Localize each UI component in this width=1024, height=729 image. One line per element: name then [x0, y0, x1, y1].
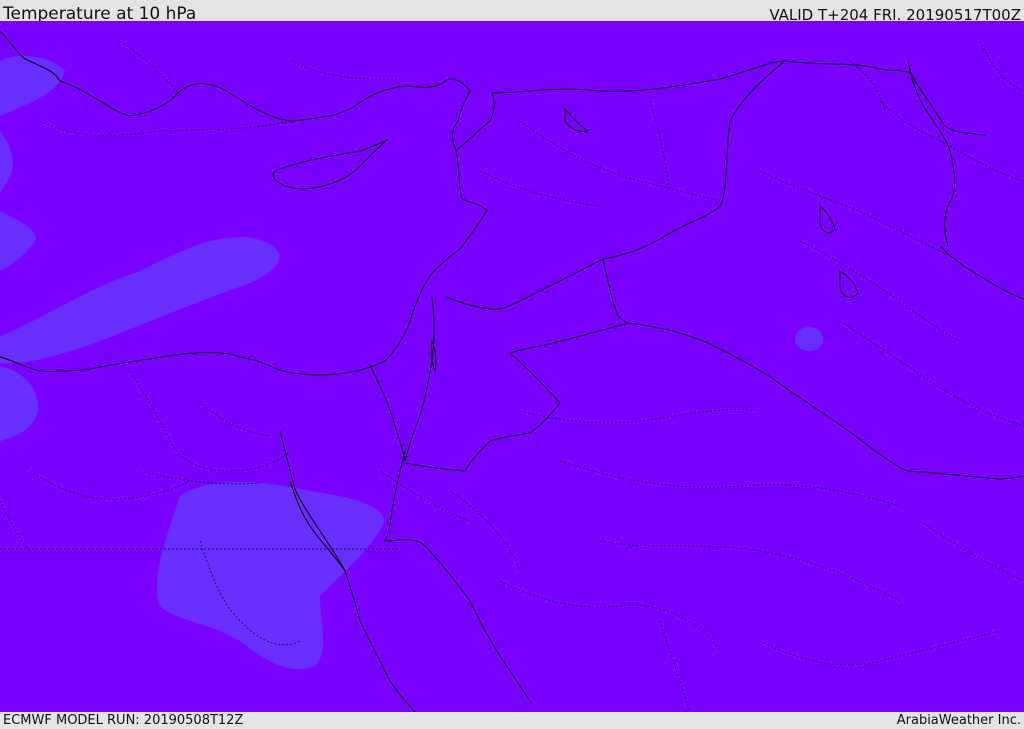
border-iraq-saudi: [627, 322, 1024, 480]
border-jordan-iraq: [602, 258, 629, 324]
temp-patch-mediterranean: [0, 236, 280, 364]
coast-turkey-south: [59, 78, 471, 152]
temp-patch-greece: [0, 131, 13, 193]
temp-patch-aegean: [0, 55, 65, 116]
border-turkey-syria: [455, 60, 786, 152]
coast-cyprus: [272, 138, 389, 190]
coast-lake-assad: [564, 107, 590, 132]
coastlines: [0, 30, 1024, 712]
temp-patch-iraq: [795, 327, 823, 351]
coast-lake-urmia: [839, 270, 859, 298]
border-israel-jordan: [404, 295, 435, 462]
coast-lake-van: [819, 204, 836, 234]
border-iran-iraq: [907, 60, 956, 247]
coast-red-sea-east: [384, 450, 531, 702]
temp-patch-west-coast: [0, 211, 36, 271]
borders: [369, 60, 1024, 480]
temp-patch-libya: [0, 366, 39, 441]
temperature-shading: [0, 55, 823, 670]
border-syria-jordan: [444, 258, 604, 310]
map-canvas: [0, 30, 1024, 712]
footer-bar: ECMWF MODEL RUN: 20190508T12Z ArabiaWeat…: [0, 712, 1024, 729]
coast-gulf: [939, 245, 1024, 300]
coast-caspian-south: [784, 60, 986, 137]
credit-label: ArabiaWeather Inc.: [896, 713, 1021, 728]
internal-boundaries: [0, 40, 1024, 712]
border-egypt-israel: [369, 364, 406, 462]
model-run-label: ECMWF MODEL RUN: 20190508T12Z: [3, 713, 244, 728]
header-bar: Temperature at 10 hPa VALID T+204 FRI. 2…: [0, 0, 1024, 24]
weather-map[interactable]: [0, 21, 1024, 712]
temp-patch-egypt: [156, 481, 385, 670]
border-jordan-saudi: [404, 322, 629, 472]
